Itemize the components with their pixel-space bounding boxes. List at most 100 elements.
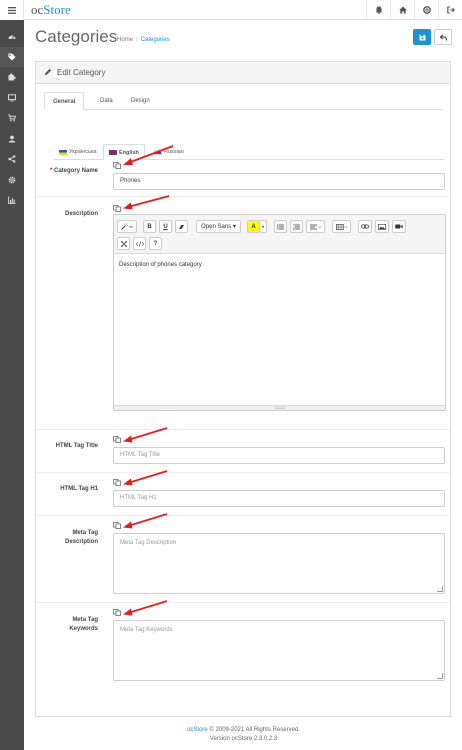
sidebar-item-extensions[interactable] [0, 67, 24, 88]
footer-version: Version ocStore 2.3.0.2.3 [209, 736, 278, 742]
editor-content[interactable]: Description of phones category [119, 262, 202, 268]
tab-design[interactable]: Design [123, 92, 158, 110]
html-tag-title-label: HTML Tag Title [55, 443, 98, 449]
sidebar-item-sales[interactable] [0, 108, 24, 129]
table-icon [335, 223, 347, 230]
red-arrow-annotation [123, 145, 174, 165]
insert-table-button[interactable] [332, 220, 351, 233]
row-divider [36, 602, 450, 603]
desktop-icon [8, 94, 16, 102]
notifications-button[interactable] [366, 0, 390, 20]
home-button[interactable] [390, 0, 414, 20]
underline-button[interactable]: U [159, 220, 172, 233]
numbered-list-icon [293, 223, 300, 230]
bars-icon [7, 6, 16, 14]
video-icon [395, 224, 403, 229]
image-icon [378, 223, 386, 230]
meta-keywords-textarea[interactable]: Meta Tag Keywords [113, 620, 445, 681]
align-left-icon [309, 224, 321, 229]
footer-copyright: © 2009-2021 All Rights Reserved. [209, 727, 300, 733]
insert-link-button[interactable] [358, 220, 372, 233]
copy-icon[interactable] [113, 522, 121, 529]
resize-grip-icon[interactable] [437, 586, 443, 592]
language-tabs: Українська English Russian [54, 144, 444, 161]
uk-flag-icon [109, 150, 117, 155]
bullet-list-icon [277, 223, 284, 230]
tab-data[interactable]: Data [92, 92, 121, 110]
sidebar-item-customers[interactable] [0, 129, 24, 150]
sidebar-item-marketing[interactable] [0, 149, 24, 170]
breadcrumb-home[interactable]: Home [117, 37, 133, 43]
top-header: ocStore [0, 0, 462, 20]
html-tag-title-input[interactable]: HTML Tag Title [113, 447, 445, 464]
meta-keywords-label: Meta Tag Keywords [69, 617, 98, 632]
code-view-button[interactable] [133, 237, 146, 250]
copy-icon[interactable] [113, 162, 121, 169]
bell-icon [375, 6, 382, 14]
text-color-button[interactable]: A [247, 220, 260, 233]
logout-button[interactable] [438, 0, 462, 20]
menu-toggle-button[interactable] [0, 0, 24, 20]
red-arrow-annotation [123, 600, 168, 616]
tab-language-ukrainian[interactable]: Українська [54, 144, 102, 160]
html-tag-h1-label: HTML Tag H1 [60, 486, 98, 492]
editor-resize-bar[interactable] [114, 405, 445, 410]
pencil-icon [45, 68, 52, 75]
eraser-icon [179, 224, 184, 229]
copy-icon[interactable] [113, 479, 121, 486]
bold-button[interactable]: B [143, 220, 156, 233]
link-icon [361, 224, 369, 229]
text-color-dropdown[interactable]: ▾ [260, 220, 267, 233]
sidebar-item-dashboard[interactable] [0, 26, 24, 47]
row-divider [36, 515, 450, 516]
unordered-list-button[interactable] [274, 220, 287, 233]
red-arrow-annotation [123, 470, 168, 486]
insert-image-button[interactable] [375, 220, 389, 233]
breadcrumb: Home / Categories [117, 37, 170, 43]
sidebar-item-catalog[interactable] [0, 46, 24, 67]
page-title: Categories [35, 27, 118, 46]
magic-style-button[interactable] [117, 220, 137, 233]
dashboard-icon [8, 35, 16, 39]
ukraine-flag-icon [59, 149, 67, 155]
sign-out-icon [446, 6, 455, 14]
expand-icon [120, 240, 127, 247]
footer: ocStore © 2009-2021 All Rights Reserved.… [25, 726, 462, 744]
row-divider [36, 196, 450, 197]
insert-video-button[interactable] [392, 220, 406, 233]
editor-toolbar: B U Open Sans ▾ A ▾ ? [114, 215, 445, 254]
category-name-input[interactable]: Phones [113, 173, 445, 190]
sidebar-item-system[interactable] [0, 170, 24, 191]
store-logo[interactable]: ocStore [31, 2, 71, 18]
paragraph-align-button[interactable] [306, 220, 325, 233]
tab-general[interactable]: General [44, 92, 85, 110]
sidebar-item-design[interactable] [0, 88, 24, 109]
copy-icon[interactable] [113, 205, 121, 212]
clear-format-button[interactable] [175, 220, 188, 233]
row-divider [36, 472, 450, 473]
html-tag-h1-input[interactable]: HTML Tag H1 [113, 490, 445, 507]
red-arrow-annotation [123, 513, 168, 529]
panel-heading: Edit Category [36, 62, 450, 84]
font-family-select[interactable]: Open Sans ▾ [196, 220, 241, 233]
description-editor[interactable]: B U Open Sans ▾ A ▾ ? Description of pho… [113, 214, 446, 411]
save-button[interactable] [413, 29, 431, 45]
ordered-list-button[interactable] [290, 220, 303, 233]
save-icon [419, 34, 425, 40]
meta-description-textarea[interactable]: Meta Tag Description [113, 533, 445, 594]
red-arrow-annotation [123, 427, 168, 443]
user-icon [8, 135, 16, 143]
red-arrow-annotation [123, 195, 170, 210]
help-button[interactable]: ? [149, 237, 162, 250]
fullscreen-button[interactable] [117, 237, 130, 250]
cart-icon [8, 114, 16, 122]
back-button[interactable] [434, 29, 452, 45]
footer-brand-link[interactable]: ocStore [187, 727, 208, 733]
copy-icon[interactable] [113, 609, 121, 616]
sidebar-item-reports[interactable] [0, 190, 24, 211]
breadcrumb-categories[interactable]: Categories [141, 37, 170, 43]
resize-grip-icon[interactable] [437, 673, 443, 679]
reply-icon [439, 33, 447, 40]
copy-icon[interactable] [113, 436, 121, 443]
help-button[interactable] [414, 0, 438, 20]
